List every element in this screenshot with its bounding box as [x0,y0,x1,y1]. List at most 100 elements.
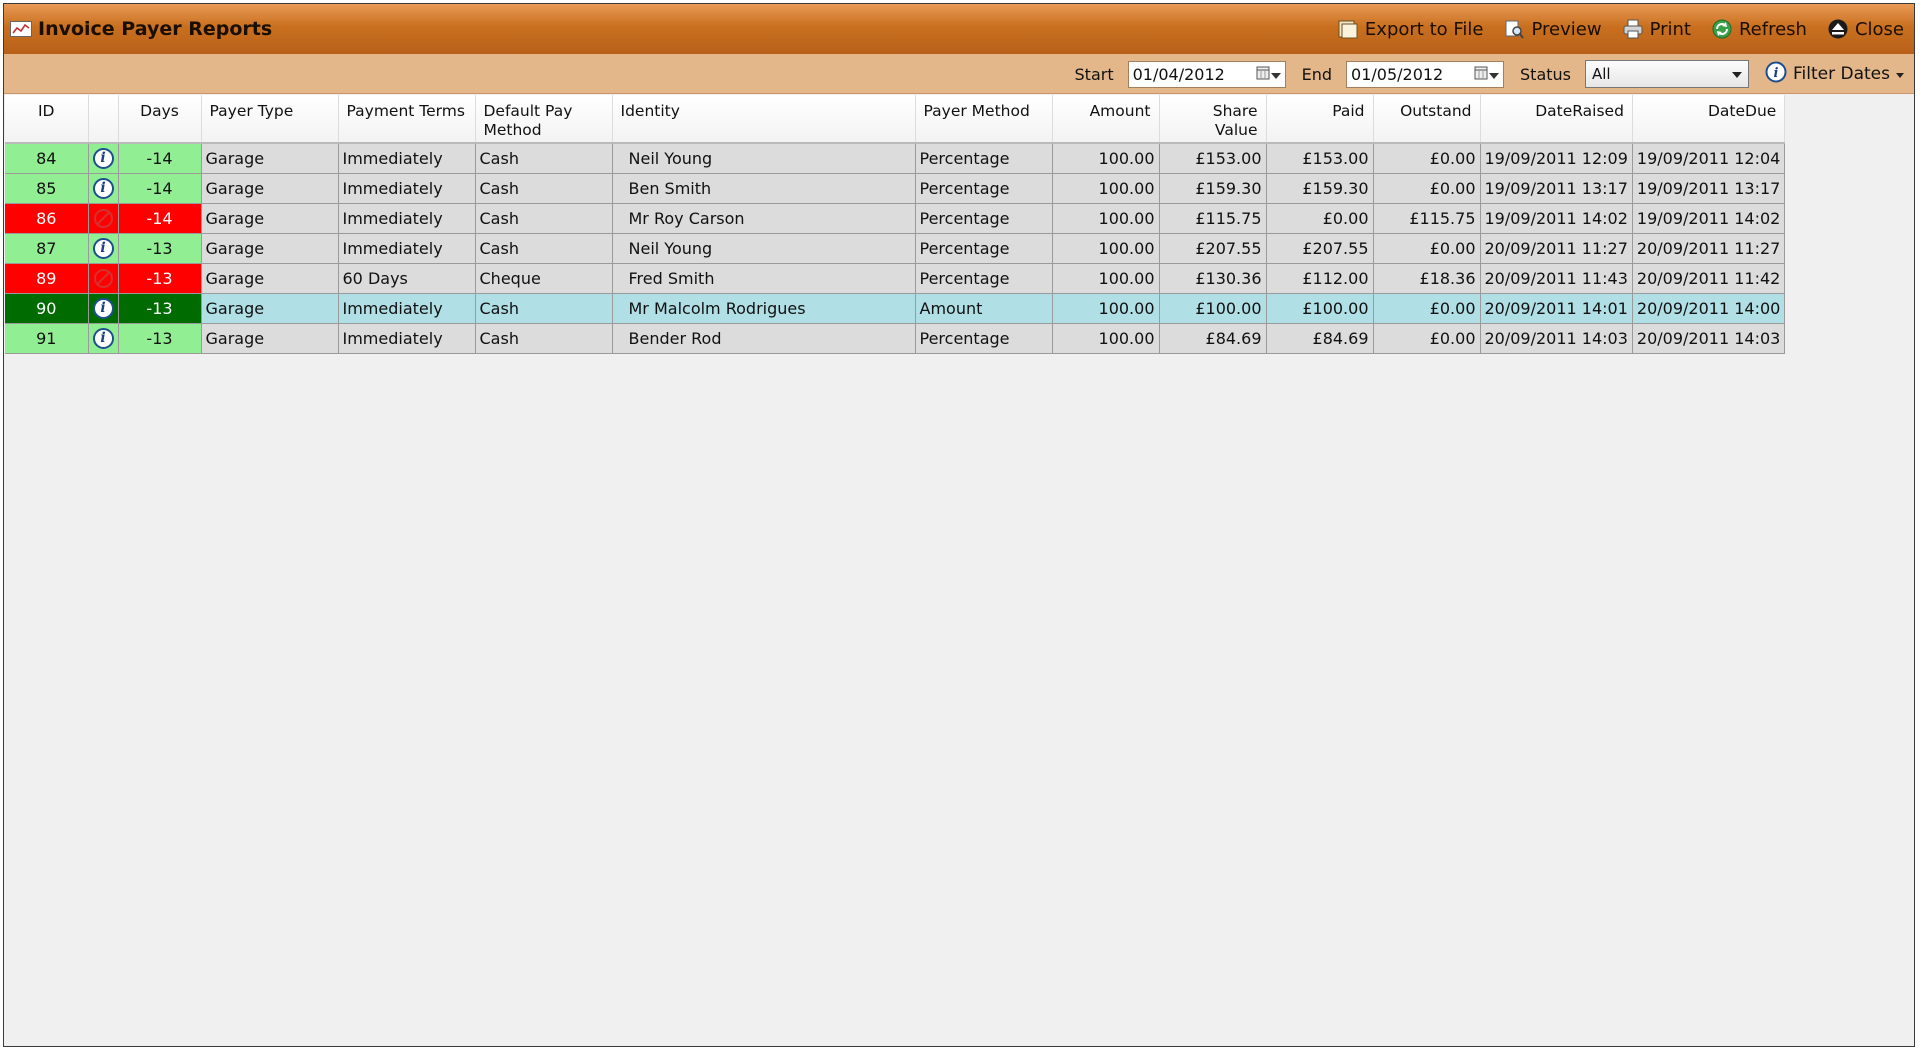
cell-paid: £207.55 [1266,233,1374,264]
cell-share-value: £130.36 [1159,263,1267,294]
export-to-file-button[interactable]: Export to File [1337,18,1483,40]
print-button[interactable]: Print [1622,18,1691,40]
title-bar: Invoice Payer Reports Export to File Pre… [4,4,1914,54]
cell-outstand: £0.00 [1373,143,1481,174]
cell-days: -14 [118,173,202,204]
preview-icon [1503,18,1525,40]
info-icon: i [92,147,114,169]
cell-payer-type: Garage [201,263,339,294]
cell-date-due: 20/09/2011 14:00 [1632,293,1786,324]
cell-id: 87 [5,233,89,264]
cell-date-due: 19/09/2011 14:02 [1632,203,1786,234]
col-header-outstand[interactable]: Outstand [1373,95,1481,144]
cell-status[interactable]: i [88,143,119,174]
col-header-default-pay-method[interactable]: Default Pay Method [475,95,613,144]
cell-payer-method: Percentage [915,323,1053,354]
cell-status[interactable]: i [88,293,119,324]
table-row[interactable]: 89 -13 Garage 60 Days Cheque Fred Smith … [5,263,1786,294]
cell-pay-method: Cash [475,203,613,234]
end-label: End [1301,64,1333,84]
cell-payer-method: Percentage [915,203,1053,234]
cell-date-due: 19/09/2011 13:17 [1632,173,1786,204]
col-header-days[interactable]: Days [118,95,202,144]
info-icon: i [92,327,114,349]
cell-status[interactable] [88,263,119,294]
cell-status[interactable] [88,203,119,234]
report-chart-icon [10,21,32,37]
table-row[interactable]: 84 i -14 Garage Immediately Cash Neil Yo… [5,143,1786,174]
table-row[interactable]: 90 i -13 Garage Immediately Cash Mr Malc… [5,293,1786,324]
cell-amount: 100.00 [1052,203,1160,234]
end-date-value: 01/05/2012 [1351,64,1444,84]
cell-amount: 100.00 [1052,293,1160,324]
cell-identity: Bender Rod [612,323,916,354]
cell-payer-type: Garage [201,293,339,324]
cell-date-due: 20/09/2011 11:42 [1632,263,1786,294]
col-header-share-value[interactable]: Share Value [1159,95,1267,144]
cell-status[interactable]: i [88,173,119,204]
cell-identity: Ben Smith [612,173,916,204]
cell-amount: 100.00 [1052,323,1160,354]
start-date-dropdown[interactable] [1256,65,1285,84]
info-icon: i [92,237,114,259]
col-header-date-due[interactable]: DateDue [1632,95,1786,144]
cell-days: -13 [118,263,202,294]
filter-dates-button[interactable]: i Filter Dates [1765,61,1904,88]
chevron-down-icon [1896,64,1904,84]
refresh-button[interactable]: Refresh [1711,18,1807,40]
cell-share-value: £159.30 [1159,173,1267,204]
cell-outstand: £0.00 [1373,173,1481,204]
close-button[interactable]: Close [1827,18,1904,40]
col-header-payment-terms[interactable]: Payment Terms [338,95,476,144]
export-icon [1337,18,1359,40]
cell-paid: £84.69 [1266,323,1374,354]
col-header-status[interactable] [88,95,119,144]
cell-date-due: 20/09/2011 14:03 [1632,323,1786,354]
cell-days: -14 [118,143,202,174]
start-date-picker[interactable]: 01/04/2012 [1127,60,1286,88]
cell-outstand: £0.00 [1373,233,1481,264]
col-header-payer-method[interactable]: Payer Method [915,95,1053,144]
cell-date-due: 20/09/2011 11:27 [1632,233,1786,264]
close-icon [1827,18,1849,40]
window-title: Invoice Payer Reports [38,18,273,40]
start-label: Start [1074,64,1114,84]
table-row[interactable]: 87 i -13 Garage Immediately Cash Neil Yo… [5,233,1786,264]
table-row[interactable]: 86 -14 Garage Immediately Cash Mr Roy Ca… [5,203,1786,234]
cell-payer-type: Garage [201,203,339,234]
cell-paid: £0.00 [1266,203,1374,234]
cell-payer-method: Amount [915,293,1053,324]
cell-identity: Fred Smith [612,263,916,294]
cell-status[interactable]: i [88,323,119,354]
preview-button[interactable]: Preview [1503,18,1602,40]
col-header-amount[interactable]: Amount [1052,95,1160,144]
end-date-picker[interactable]: 01/05/2012 [1346,60,1505,88]
cell-identity: Mr Roy Carson [612,203,916,234]
cell-amount: 100.00 [1052,233,1160,264]
cell-days: -13 [118,233,202,264]
cell-date-raised: 19/09/2011 13:17 [1480,173,1633,204]
cell-status[interactable]: i [88,233,119,264]
print-icon [1622,18,1644,40]
cell-payer-type: Garage [201,173,339,204]
blocked-icon [93,269,113,288]
cell-share-value: £100.00 [1159,293,1267,324]
table-row[interactable]: 85 i -14 Garage Immediately Cash Ben Smi… [5,173,1786,204]
col-header-paid[interactable]: Paid [1266,95,1374,144]
col-header-date-raised[interactable]: DateRaised [1480,95,1633,144]
cell-id: 91 [5,323,89,354]
table-row[interactable]: 91 i -13 Garage Immediately Cash Bender … [5,323,1786,354]
end-date-dropdown[interactable] [1474,65,1503,84]
cell-outstand: £18.36 [1373,263,1481,294]
status-select[interactable]: All [1585,60,1749,88]
cell-payment-terms: Immediately [338,173,476,204]
cell-id: 90 [5,293,89,324]
cell-date-raised: 19/09/2011 12:09 [1480,143,1633,174]
cell-days: -13 [118,323,202,354]
col-header-payer-type[interactable]: Payer Type [201,95,339,144]
cell-paid: £153.00 [1266,143,1374,174]
cell-payment-terms: Immediately [338,233,476,264]
cell-amount: 100.00 [1052,173,1160,204]
col-header-identity[interactable]: Identity [612,95,916,144]
col-header-id[interactable]: ID [5,95,89,144]
